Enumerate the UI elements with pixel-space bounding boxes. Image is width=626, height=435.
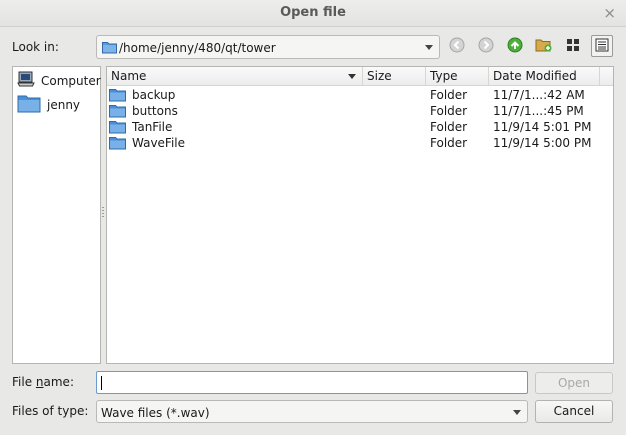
new-folder-button[interactable] xyxy=(533,35,555,57)
sidebar-item-label: Computer xyxy=(41,73,101,88)
file-name-label: File name: xyxy=(12,375,74,389)
file-name: TanFile xyxy=(132,120,173,134)
chevron-down-icon[interactable] xyxy=(425,45,433,50)
file-type: Folder xyxy=(430,88,468,102)
sidebar: Computer jenny xyxy=(12,66,101,364)
file-name: WaveFile xyxy=(132,136,186,150)
chevron-down-icon[interactable] xyxy=(513,410,521,415)
sidebar-item-label: jenny xyxy=(47,97,81,112)
parent-directory-icon xyxy=(507,37,523,56)
splitter-handle[interactable] xyxy=(102,207,104,219)
file-modified: 11/9/14 5:01 PM xyxy=(493,120,592,134)
column-header-type[interactable]: Type xyxy=(426,67,489,85)
sidebar-item-jenny[interactable]: jenny xyxy=(17,93,80,116)
file-type-value: Wave files (*.wav) xyxy=(101,406,210,420)
detail-view-button[interactable] xyxy=(591,35,613,57)
column-header-size[interactable]: Size xyxy=(363,67,426,85)
file-type: Folder xyxy=(430,104,468,118)
window-title: Open file xyxy=(280,5,346,20)
back-icon xyxy=(449,37,465,56)
table-row[interactable]: buttons Folder 11/7/1...:45 PM xyxy=(107,103,613,119)
file-name-input[interactable] xyxy=(96,371,528,394)
file-list: Name Size Type Date Modified backup Fold… xyxy=(106,66,614,364)
file-type: Folder xyxy=(430,120,468,134)
column-header-date-modified[interactable]: Date Modified xyxy=(489,67,600,85)
back-button[interactable] xyxy=(446,35,468,57)
folder-icon xyxy=(109,136,126,153)
title-bar: Open file × xyxy=(0,0,626,27)
look-in-label: Look in: xyxy=(12,40,59,54)
look-in-combobox[interactable]: /home/jenny/480/qt/tower xyxy=(96,35,440,59)
file-name: buttons xyxy=(132,104,178,118)
file-modified: 11/9/14 5:00 PM xyxy=(493,136,592,150)
text-caret xyxy=(101,376,102,390)
cancel-button[interactable]: Cancel xyxy=(535,400,613,423)
forward-icon xyxy=(478,37,494,56)
detail-view-icon xyxy=(595,38,609,55)
column-header-name[interactable]: Name xyxy=(107,67,363,85)
file-name: backup xyxy=(132,88,176,102)
forward-button[interactable] xyxy=(475,35,497,57)
sidebar-item-computer[interactable]: Computer xyxy=(17,71,101,90)
files-of-type-label: Files of type: xyxy=(12,404,89,418)
table-row[interactable]: WaveFile Folder 11/9/14 5:00 PM xyxy=(107,135,613,151)
computer-icon xyxy=(17,71,35,90)
open-button[interactable]: Open xyxy=(535,372,613,394)
close-icon[interactable]: × xyxy=(603,4,616,22)
sort-indicator-icon xyxy=(348,74,356,79)
list-view-button[interactable] xyxy=(562,35,584,57)
parent-directory-button[interactable] xyxy=(504,35,526,57)
table-row[interactable]: backup Folder 11/7/1...:42 AM xyxy=(107,87,613,103)
file-modified: 11/7/1...:45 PM xyxy=(493,104,584,118)
folder-icon xyxy=(102,40,117,57)
new-folder-icon xyxy=(535,37,553,56)
file-modified: 11/7/1...:42 AM xyxy=(493,88,585,102)
file-list-header: Name Size Type Date Modified xyxy=(107,67,613,86)
look-in-path: /home/jenny/480/qt/tower xyxy=(119,41,276,55)
list-view-icon xyxy=(566,38,580,55)
file-type-combobox[interactable]: Wave files (*.wav) xyxy=(96,400,528,423)
folder-icon xyxy=(17,93,41,116)
file-type: Folder xyxy=(430,136,468,150)
table-row[interactable]: TanFile Folder 11/9/14 5:01 PM xyxy=(107,119,613,135)
